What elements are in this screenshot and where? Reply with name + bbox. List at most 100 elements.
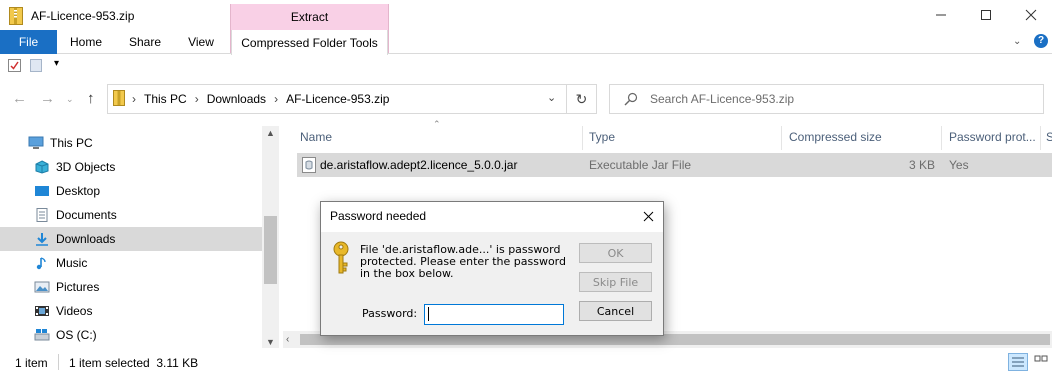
nav-item-music[interactable]: Music (0, 251, 262, 275)
breadcrumb-separator: › (274, 92, 279, 106)
address-dropdown-icon[interactable]: ⌄ (547, 91, 556, 104)
close-icon (1025, 9, 1037, 21)
close-window-button[interactable] (1008, 0, 1052, 30)
nav-item-label: Downloads (56, 232, 116, 246)
ribbon-expand-icon[interactable]: ⌄ (1013, 36, 1021, 47)
nav-item-pictures[interactable]: Pictures (0, 275, 262, 299)
nav-scrollbar-thumb[interactable] (264, 216, 277, 284)
status-divider (58, 354, 59, 370)
document-icon (34, 208, 50, 222)
column-size[interactable]: S (1042, 126, 1052, 148)
column-divider[interactable] (941, 126, 942, 150)
recent-locations-icon[interactable]: ⌄ (66, 94, 74, 105)
status-item-count: 1 item (15, 356, 48, 370)
tab-home[interactable]: Home (61, 30, 111, 54)
nav-item-label: This PC (50, 136, 93, 150)
nav-item-label: Desktop (56, 184, 101, 198)
refresh-icon: ↻ (575, 90, 588, 107)
large-icons-view-button[interactable] (1032, 353, 1052, 371)
dialog-close-button[interactable] (636, 205, 660, 227)
title-bar (0, 0, 1052, 32)
tab-file[interactable]: File (0, 30, 57, 54)
column-divider[interactable] (781, 126, 782, 150)
up-button[interactable]: ↑ (87, 90, 95, 107)
zip-folder-icon (9, 7, 23, 25)
nav-item-label: OS (C:) (56, 328, 97, 342)
key-icon (332, 241, 350, 278)
download-icon (34, 232, 50, 246)
jar-file-icon (302, 157, 316, 176)
nav-item-downloads[interactable]: Downloads (0, 227, 262, 251)
ok-button[interactable]: OK (579, 243, 652, 263)
breadcrumb-this-pc[interactable]: This PC (144, 92, 187, 106)
forward-button[interactable]: → (40, 90, 55, 107)
cancel-button[interactable]: Cancel (579, 301, 652, 321)
minimize-icon (936, 14, 946, 16)
customize-qat-icon[interactable]: ▾ (54, 58, 59, 69)
breadcrumb-zip[interactable]: AF-Licence-953.zip (286, 92, 389, 106)
nav-item-label: Documents (56, 208, 117, 222)
search-placeholder: Search AF-Licence-953.zip (650, 92, 795, 106)
maximize-icon (981, 10, 991, 20)
nav-item-label: Pictures (56, 280, 100, 294)
close-icon (643, 211, 653, 221)
breadcrumb-downloads[interactable]: Downloads (207, 92, 266, 106)
window-title: AF-Licence-953.zip (31, 9, 135, 23)
new-folder-icon[interactable] (30, 59, 42, 75)
nav-item-label: 3D Objects (56, 160, 116, 174)
back-button[interactable]: ← (12, 90, 27, 107)
help-icon[interactable]: ? (1034, 34, 1048, 48)
nav-item-this-pc[interactable]: This PC (0, 131, 262, 155)
zip-folder-icon (113, 90, 125, 109)
file-name: de.aristaflow.adept2.licence_5.0.0.jar (320, 158, 518, 172)
large-icons-view-icon (1034, 355, 1048, 362)
dialog-title: Password needed (330, 209, 427, 223)
properties-icon[interactable] (8, 59, 21, 75)
nav-item-documents[interactable]: Documents (0, 203, 262, 227)
breadcrumb-separator: › (194, 92, 199, 106)
nav-item-label: Music (56, 256, 88, 270)
quick-access-toolbar (0, 55, 1052, 77)
file-password-protected: Yes (949, 158, 969, 172)
drive-icon (34, 328, 50, 342)
scroll-down-icon[interactable]: ▼ (266, 337, 275, 347)
nav-item-desktop[interactable]: Desktop (0, 179, 262, 203)
music-icon (34, 256, 50, 270)
computer-icon (28, 136, 44, 150)
breadcrumb-separator: › (132, 92, 136, 106)
details-view-button[interactable] (1008, 353, 1028, 371)
nav-item-os-c[interactable]: OS (C:) (0, 323, 262, 347)
skip-file-button[interactable]: Skip File (579, 272, 652, 292)
password-field[interactable] (424, 304, 564, 325)
nav-item-videos[interactable]: Videos (0, 299, 262, 323)
details-view-icon (1012, 357, 1024, 367)
breadcrumb: › This PC › Downloads › AF-Licence-953.z… (132, 84, 389, 114)
column-name[interactable]: Name (294, 126, 582, 148)
column-password-protected[interactable]: Password prot... (943, 126, 1039, 148)
video-icon (34, 304, 50, 318)
search-icon (624, 92, 638, 109)
status-selection: 1 item selected 3.11 KB (69, 356, 199, 370)
scroll-up-icon[interactable]: ▲ (266, 128, 275, 138)
nav-item-label: Videos (56, 304, 93, 318)
minimize-button[interactable] (918, 0, 964, 30)
extract-context-label: Extract (290, 10, 329, 24)
tab-view[interactable]: View (176, 30, 226, 54)
column-compressed-size[interactable]: Compressed size (783, 126, 941, 148)
column-divider[interactable] (1040, 126, 1041, 150)
text-caret (428, 307, 429, 321)
tab-compressed-folder-tools[interactable]: Compressed Folder Tools (231, 30, 388, 55)
column-type[interactable]: Type (583, 126, 781, 148)
pictures-icon (34, 280, 50, 294)
nav-item-3d-objects[interactable]: 3D Objects (0, 155, 262, 179)
cube-icon (34, 160, 50, 174)
file-type: Executable Jar File (589, 158, 692, 172)
file-compressed-size: 3 KB (908, 158, 935, 172)
maximize-button[interactable] (963, 0, 1009, 30)
refresh-button[interactable]: ↻ (567, 84, 597, 114)
password-label: Password: (362, 307, 418, 320)
dialog-message: File 'de.aristaflow.ade...' is password … (360, 243, 566, 280)
tab-share[interactable]: Share (120, 30, 170, 54)
scroll-left-icon[interactable]: ‹ (286, 334, 289, 345)
desktop-icon (34, 184, 50, 198)
